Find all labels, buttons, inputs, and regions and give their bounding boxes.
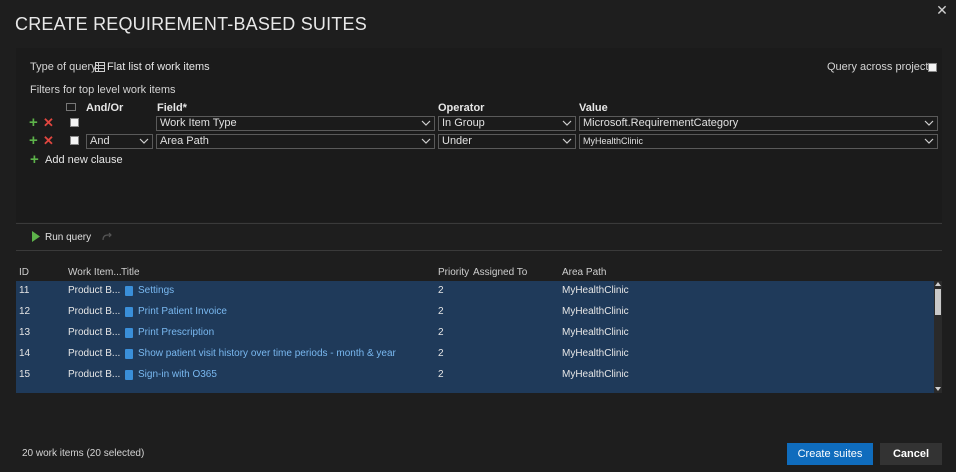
column-header-type[interactable]: Work Item... bbox=[68, 267, 122, 278]
table-row[interactable]: 15 Product B... Sign-in with O365 2 MyHe… bbox=[16, 365, 934, 386]
value-select[interactable]: Microsoft.RequirementCategory bbox=[579, 116, 938, 131]
query-across-projects-label: Query across projects bbox=[827, 61, 934, 73]
chevron-down-icon bbox=[421, 138, 431, 144]
cell-area: MyHealthClinic bbox=[562, 285, 629, 296]
cell-id: 13 bbox=[19, 327, 31, 338]
flat-list-icon bbox=[95, 62, 105, 72]
value-header: Value bbox=[579, 102, 608, 114]
cell-title[interactable]: Show patient visit history over time per… bbox=[138, 348, 396, 359]
cell-title[interactable]: Print Patient Invoice bbox=[138, 306, 227, 317]
add-icon[interactable]: + bbox=[30, 152, 39, 167]
operator-select[interactable]: Under bbox=[438, 134, 576, 149]
cell-priority: 2 bbox=[438, 327, 444, 338]
work-item-icon bbox=[125, 286, 133, 296]
cancel-button[interactable]: Cancel bbox=[880, 443, 942, 465]
chevron-down-icon bbox=[421, 120, 431, 126]
cell-title[interactable]: Sign-in with O365 bbox=[138, 369, 217, 380]
column-header-assigned[interactable]: Assigned To bbox=[473, 267, 527, 278]
cell-type: Product B... bbox=[68, 285, 121, 296]
cell-id: 11 bbox=[19, 285, 30, 296]
cell-id: 15 bbox=[19, 369, 31, 380]
operator-select[interactable]: In Group bbox=[438, 116, 576, 131]
remove-clause-icon[interactable]: ✕ bbox=[43, 116, 54, 129]
add-clause-icon[interactable]: + bbox=[29, 133, 38, 148]
grid-scrollbar[interactable] bbox=[934, 281, 942, 393]
work-item-icon bbox=[125, 307, 133, 317]
cell-type: Product B... bbox=[68, 369, 121, 380]
chevron-down-icon bbox=[562, 138, 572, 144]
operator-select-value: In Group bbox=[442, 117, 485, 129]
cell-title[interactable]: Settings bbox=[138, 285, 174, 296]
clause-checkbox[interactable] bbox=[70, 136, 79, 145]
redo-icon[interactable] bbox=[101, 231, 113, 242]
field-header: Field* bbox=[157, 102, 187, 114]
value-select-value: Microsoft.RequirementCategory bbox=[583, 117, 739, 129]
cell-type: Product B... bbox=[68, 327, 121, 338]
chevron-down-icon bbox=[562, 120, 572, 126]
table-row[interactable]: 13 Product B... Print Prescription 2 MyH… bbox=[16, 323, 934, 344]
field-select[interactable]: Work Item Type bbox=[156, 116, 435, 131]
scroll-thumb[interactable] bbox=[935, 289, 941, 315]
field-select-value: Area Path bbox=[160, 135, 209, 147]
cell-priority: 2 bbox=[438, 348, 444, 359]
cell-type: Product B... bbox=[68, 306, 121, 317]
operator-select-value: Under bbox=[442, 135, 472, 147]
add-new-clause-link[interactable]: Add new clause bbox=[45, 154, 123, 166]
column-header-id[interactable]: ID bbox=[19, 267, 29, 278]
cell-area: MyHealthClinic bbox=[562, 348, 629, 359]
filters-label: Filters for top level work items bbox=[30, 84, 176, 96]
cell-priority: 2 bbox=[438, 369, 444, 380]
add-clause-icon[interactable]: + bbox=[29, 115, 38, 130]
dialog-title: CREATE REQUIREMENT-BASED SUITES bbox=[15, 14, 367, 34]
cell-area: MyHealthClinic bbox=[562, 327, 629, 338]
cell-priority: 2 bbox=[438, 306, 444, 317]
field-select-value: Work Item Type bbox=[160, 117, 237, 129]
column-header-area[interactable]: Area Path bbox=[562, 267, 606, 278]
divider bbox=[16, 250, 942, 251]
cell-priority: 2 bbox=[438, 285, 444, 296]
andor-select-value: And bbox=[90, 135, 110, 147]
operator-header: Operator bbox=[438, 102, 485, 114]
value-select[interactable]: MyHealthClinic bbox=[579, 134, 938, 149]
cell-id: 14 bbox=[19, 348, 31, 359]
scroll-down-icon[interactable] bbox=[935, 386, 941, 392]
query-type-label: Type of query bbox=[30, 61, 97, 73]
table-row[interactable]: 12 Product B... Print Patient Invoice 2 … bbox=[16, 302, 934, 323]
cell-title[interactable]: Print Prescription bbox=[138, 327, 214, 338]
selection-status: 20 work items (20 selected) bbox=[22, 448, 145, 459]
close-icon[interactable]: ✕ bbox=[935, 3, 949, 17]
field-select[interactable]: Area Path bbox=[156, 134, 435, 149]
cell-type: Product B... bbox=[68, 348, 121, 359]
chevron-down-icon bbox=[924, 120, 934, 126]
chevron-down-icon bbox=[924, 138, 934, 144]
run-query-button[interactable]: Run query bbox=[45, 232, 91, 243]
andor-header: And/Or bbox=[86, 102, 124, 114]
divider bbox=[16, 223, 942, 224]
cell-area: MyHealthClinic bbox=[562, 369, 629, 380]
column-header-title[interactable]: Title bbox=[121, 267, 140, 278]
column-header-priority[interactable]: Priority bbox=[438, 267, 469, 278]
cell-area: MyHealthClinic bbox=[562, 306, 629, 317]
andor-select[interactable]: And bbox=[86, 134, 153, 149]
remove-clause-icon[interactable]: ✕ bbox=[43, 134, 54, 147]
clause-checkbox[interactable] bbox=[70, 118, 79, 127]
work-item-icon bbox=[125, 328, 133, 338]
work-item-icon bbox=[125, 370, 133, 380]
cell-id: 12 bbox=[19, 306, 31, 317]
scroll-up-icon[interactable] bbox=[935, 281, 941, 287]
run-icon[interactable] bbox=[31, 231, 41, 242]
chevron-down-icon bbox=[139, 138, 149, 144]
table-row[interactable]: 14 Product B... Show patient visit histo… bbox=[16, 344, 934, 365]
value-select-value: MyHealthClinic bbox=[583, 136, 644, 146]
query-across-projects-checkbox[interactable] bbox=[928, 63, 937, 72]
work-item-icon bbox=[125, 349, 133, 359]
query-type-dropdown[interactable]: Flat list of work items bbox=[107, 61, 210, 73]
group-clauses-icon[interactable] bbox=[66, 103, 76, 111]
create-suites-button[interactable]: Create suites bbox=[787, 443, 873, 465]
table-row[interactable]: 11 Product B... Settings 2 MyHealthClini… bbox=[16, 281, 934, 302]
